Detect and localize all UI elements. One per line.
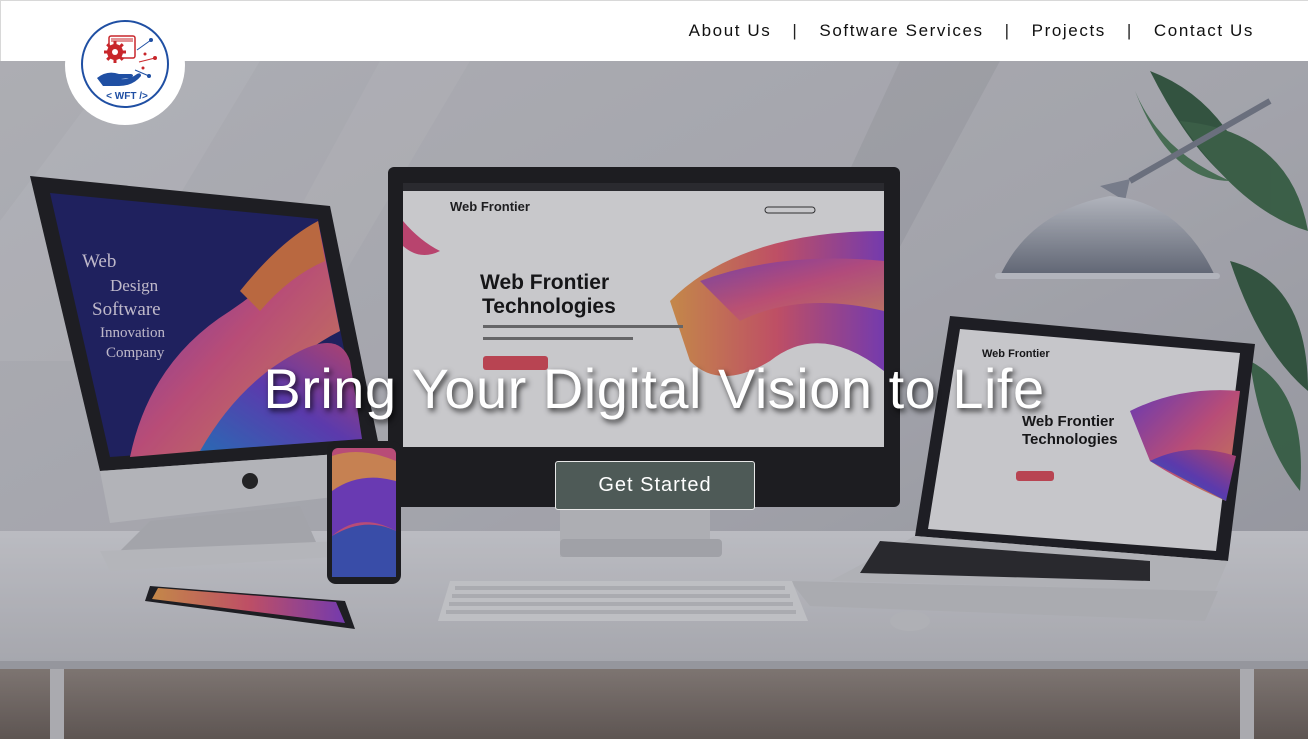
logo-badge: < WFT /> — [81, 19, 169, 108]
nav-link-software-services[interactable]: Software Services — [819, 21, 983, 41]
site-header: About Us | Software Services | Projects … — [0, 0, 1308, 61]
gear-hand-logo-icon: < WFT /> — [97, 34, 157, 102]
nav-separator: | — [1004, 21, 1011, 40]
nav-link-contact-us[interactable]: Contact Us — [1154, 21, 1254, 41]
get-started-button[interactable]: Get Started — [555, 461, 755, 510]
hero-title: Bring Your Digital Vision to Life — [263, 357, 1045, 420]
nav-separator: | — [792, 21, 799, 40]
nav-link-about-us[interactable]: About Us — [689, 21, 772, 41]
nav-link-projects[interactable]: Projects — [1032, 21, 1106, 41]
nav-separator: | — [1126, 21, 1133, 40]
logo[interactable]: < WFT /> — [65, 5, 185, 125]
hero-section: Web Design Software Innovation Company W… — [0, 61, 1308, 739]
logo-text: < WFT /> — [106, 91, 148, 102]
main-nav: About Us | Software Services | Projects … — [689, 21, 1254, 41]
